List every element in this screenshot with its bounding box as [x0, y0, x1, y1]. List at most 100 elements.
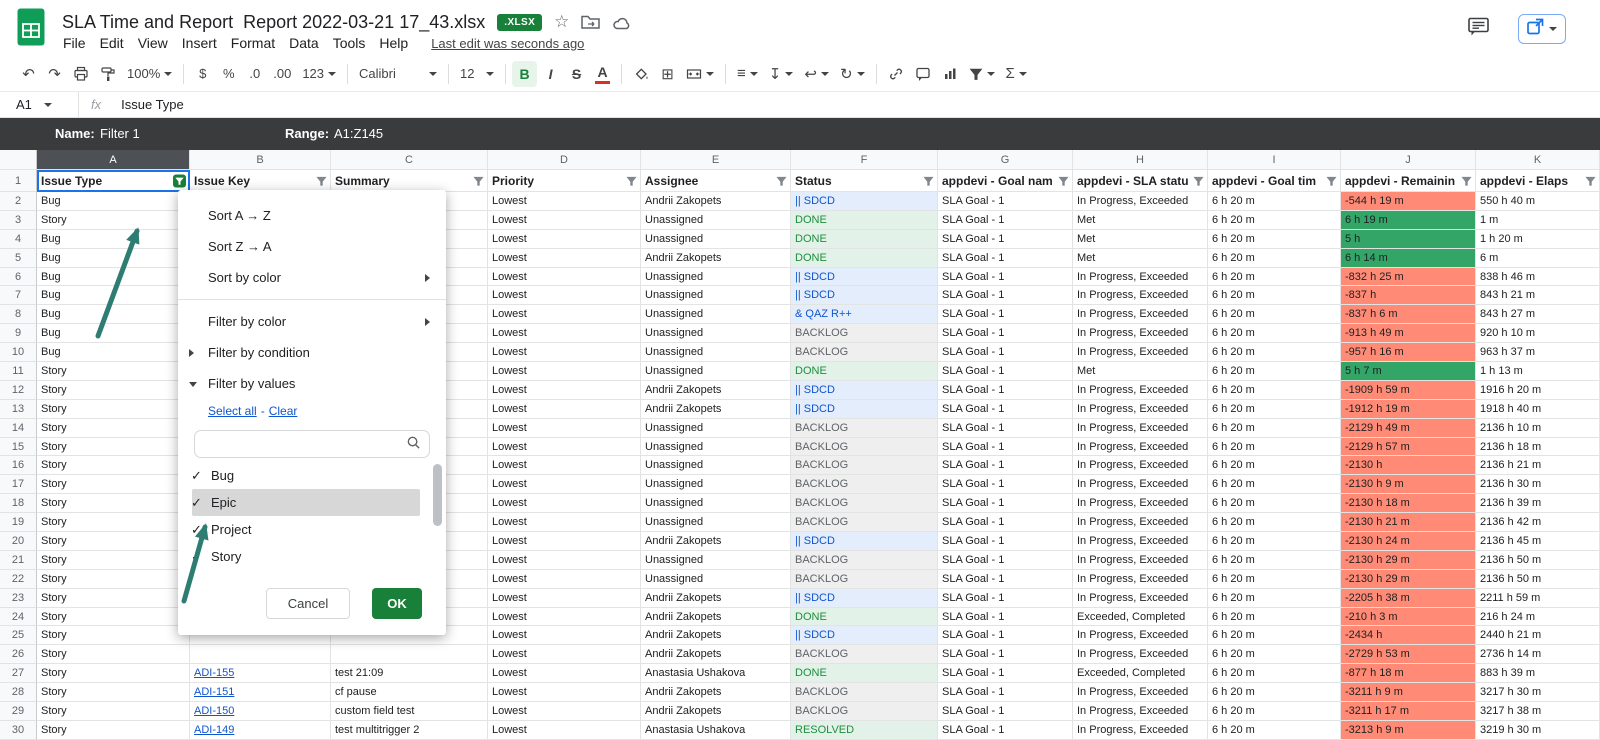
cell-I27[interactable]: 6 h 20 m [1208, 664, 1341, 683]
cell-F10[interactable]: BACKLOG [791, 343, 938, 362]
cell-C28[interactable]: cf pause [331, 683, 488, 702]
cell-C26[interactable] [331, 645, 488, 664]
filter-value-bug[interactable]: ✓Bug [178, 462, 446, 489]
cell-H21[interactable]: In Progress, Exceeded [1073, 551, 1208, 570]
filter-icon[interactable] [776, 175, 787, 186]
cell-H26[interactable]: In Progress, Exceeded [1073, 645, 1208, 664]
move-folder-icon[interactable] [581, 14, 600, 30]
cell-A5[interactable]: Bug [37, 249, 190, 268]
cell-K20[interactable]: 2136 h 45 m [1476, 532, 1600, 551]
cell-A28[interactable]: Story [37, 683, 190, 702]
filter-icon[interactable] [316, 175, 327, 186]
cell-I16[interactable]: 6 h 20 m [1208, 456, 1341, 475]
cell-G7[interactable]: SLA Goal - 1 [938, 286, 1073, 305]
filter-icon[interactable] [923, 175, 934, 186]
cell-H15[interactable]: In Progress, Exceeded [1073, 438, 1208, 457]
cell-J26[interactable]: -2729 h 53 m [1341, 645, 1476, 664]
cell-G27[interactable]: SLA Goal - 1 [938, 664, 1073, 683]
cell-E10[interactable]: Unassigned [641, 343, 791, 362]
row-header-22[interactable]: 22 [0, 570, 37, 589]
filter-icon[interactable] [626, 175, 637, 186]
cell-I13[interactable]: 6 h 20 m [1208, 400, 1341, 419]
cell-H20[interactable]: In Progress, Exceeded [1073, 532, 1208, 551]
cell-D6[interactable]: Lowest [488, 268, 641, 287]
filter-value-project[interactable]: ✓Project [178, 516, 446, 543]
cell-F11[interactable]: DONE [791, 362, 938, 381]
cell-A15[interactable]: Story [37, 438, 190, 457]
cell-J22[interactable]: -2130 h 29 m [1341, 570, 1476, 589]
cell-E29[interactable]: Andrii Zakopets [641, 702, 791, 721]
cell-J12[interactable]: -1909 h 59 m [1341, 381, 1476, 400]
cell-F20[interactable]: || SDCD [791, 532, 938, 551]
cell-K12[interactable]: 1916 h 20 m [1476, 381, 1600, 400]
name-box[interactable]: A1 [0, 92, 78, 117]
insert-comment-button[interactable] [910, 61, 936, 87]
cell-E9[interactable]: Unassigned [641, 324, 791, 343]
cell-E2[interactable]: Andrii Zakopets [641, 192, 791, 211]
filter-range-value[interactable]: A1:Z145 [334, 126, 383, 141]
header-cell-G1[interactable]: appdevi - Goal nam [938, 170, 1073, 192]
cell-D15[interactable]: Lowest [488, 438, 641, 457]
cell-E5[interactable]: Andrii Zakopets [641, 249, 791, 268]
clear-link[interactable]: Clear [269, 404, 298, 418]
row-header-12[interactable]: 12 [0, 381, 37, 400]
cell-H10[interactable]: In Progress, Exceeded [1073, 343, 1208, 362]
cell-G12[interactable]: SLA Goal - 1 [938, 381, 1073, 400]
cell-D30[interactable]: Lowest [488, 721, 641, 740]
cell-F25[interactable]: || SDCD [791, 626, 938, 645]
row-header-18[interactable]: 18 [0, 494, 37, 513]
cell-B28[interactable]: ADI-151 [190, 683, 331, 702]
cell-D14[interactable]: Lowest [488, 419, 641, 438]
cell-I28[interactable]: 6 h 20 m [1208, 683, 1341, 702]
row-header-28[interactable]: 28 [0, 683, 37, 702]
filter-search-input[interactable] [194, 430, 430, 458]
font-select[interactable]: Calibri [354, 61, 442, 87]
cell-G3[interactable]: SLA Goal - 1 [938, 211, 1073, 230]
cell-E28[interactable]: Andrii Zakopets [641, 683, 791, 702]
cell-G29[interactable]: SLA Goal - 1 [938, 702, 1073, 721]
filter-icon[interactable] [1058, 175, 1069, 186]
cell-I29[interactable]: 6 h 20 m [1208, 702, 1341, 721]
zoom-select[interactable]: 100% [122, 61, 177, 87]
cell-F3[interactable]: DONE [791, 211, 938, 230]
cell-I20[interactable]: 6 h 20 m [1208, 532, 1341, 551]
cell-G22[interactable]: SLA Goal - 1 [938, 570, 1073, 589]
row-header-2[interactable]: 2 [0, 192, 37, 211]
menu-edit[interactable]: Edit [93, 33, 131, 53]
cell-G25[interactable]: SLA Goal - 1 [938, 626, 1073, 645]
cell-D2[interactable]: Lowest [488, 192, 641, 211]
cell-H9[interactable]: In Progress, Exceeded [1073, 324, 1208, 343]
cell-E27[interactable]: Anastasia Ushakova [641, 664, 791, 683]
cell-B30[interactable]: ADI-149 [190, 721, 331, 740]
cell-G17[interactable]: SLA Goal - 1 [938, 475, 1073, 494]
cell-E12[interactable]: Andrii Zakopets [641, 381, 791, 400]
open-share-button[interactable] [1518, 14, 1566, 44]
cell-H25[interactable]: In Progress, Exceeded [1073, 626, 1208, 645]
menu-file[interactable]: File [56, 33, 93, 53]
cell-J18[interactable]: -2130 h 18 m [1341, 494, 1476, 513]
cell-J24[interactable]: -210 h 3 m [1341, 608, 1476, 627]
cell-K26[interactable]: 2736 h 14 m [1476, 645, 1600, 664]
cell-E23[interactable]: Andrii Zakopets [641, 589, 791, 608]
cell-I17[interactable]: 6 h 20 m [1208, 475, 1341, 494]
cell-D19[interactable]: Lowest [488, 513, 641, 532]
cell-F28[interactable]: BACKLOG [791, 683, 938, 702]
formula-input[interactable]: Issue Type [121, 97, 184, 112]
filter-by-values-item[interactable]: Filter by values [178, 368, 446, 399]
cell-A23[interactable]: Story [37, 589, 190, 608]
cell-J28[interactable]: -3211 h 9 m [1341, 683, 1476, 702]
cell-A26[interactable]: Story [37, 645, 190, 664]
row-header-16[interactable]: 16 [0, 456, 37, 475]
merge-cells-button[interactable] [681, 61, 719, 87]
row-header-25[interactable]: 25 [0, 626, 37, 645]
cell-I8[interactable]: 6 h 20 m [1208, 305, 1341, 324]
cell-E7[interactable]: Unassigned [641, 286, 791, 305]
cell-K23[interactable]: 2211 h 59 m [1476, 589, 1600, 608]
cell-F26[interactable]: BACKLOG [791, 645, 938, 664]
cell-G19[interactable]: SLA Goal - 1 [938, 513, 1073, 532]
cell-H24[interactable]: Exceeded, Completed [1073, 608, 1208, 627]
cell-H28[interactable]: In Progress, Exceeded [1073, 683, 1208, 702]
cell-I7[interactable]: 6 h 20 m [1208, 286, 1341, 305]
cell-E16[interactable]: Unassigned [641, 456, 791, 475]
cell-G23[interactable]: SLA Goal - 1 [938, 589, 1073, 608]
